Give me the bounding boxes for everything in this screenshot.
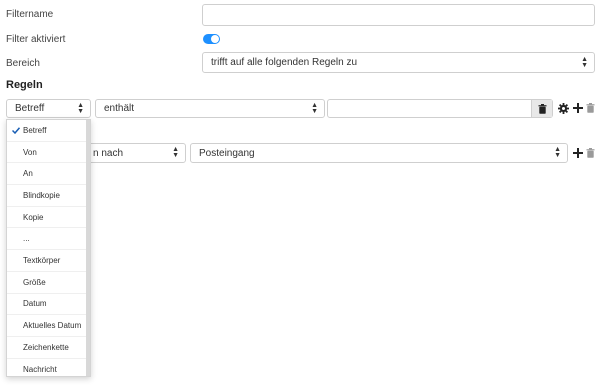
bereich-label: Bereich [6, 58, 40, 69]
trash-icon [538, 103, 546, 114]
dropdown-option-kopie[interactable]: Kopie [7, 207, 87, 229]
dropdown-option-an[interactable]: An [7, 163, 87, 186]
action-add-button[interactable] [572, 147, 583, 159]
dropdown-option-groesse[interactable]: Größe [7, 272, 87, 294]
dropdown-scrollbar[interactable] [86, 120, 90, 376]
action-target-value: Posteingang [199, 147, 255, 159]
dropdown-option-von[interactable]: Von [7, 142, 87, 164]
dropdown-option-textkoerper[interactable]: Textkörper [7, 250, 87, 272]
rule-settings-button[interactable] [558, 102, 569, 114]
action-target-select[interactable]: Posteingang ▲ ▼ [190, 143, 568, 163]
rule-value-input[interactable] [327, 99, 553, 118]
rule-field-dropdown: Betreff Von An Blindkopie Kopie ... Text… [6, 119, 91, 377]
filtername-label: Filtername [6, 9, 54, 20]
rule-delete-button[interactable] [585, 102, 595, 114]
check-icon [12, 127, 20, 134]
trash-icon [586, 148, 594, 158]
rules-title: Regeln [6, 79, 43, 91]
dropdown-option-more[interactable]: ... [7, 229, 87, 251]
bereich-select[interactable]: trifft auf alle folgenden Regeln zu ▲ ▼ [202, 52, 595, 73]
dropdown-option-aktuelles-datum[interactable]: Aktuelles Datum [7, 315, 87, 337]
plus-icon [572, 148, 583, 158]
gear-icon [558, 102, 569, 114]
filter-active-label: Filter aktiviert [6, 34, 66, 45]
filtername-input[interactable] [202, 4, 595, 26]
dropdown-option-betreff[interactable]: Betreff [7, 120, 87, 142]
filter-active-toggle[interactable] [203, 34, 220, 44]
select-arrows-icon: ▲ ▼ [172, 146, 179, 159]
select-arrows-icon: ▲ ▼ [581, 55, 588, 69]
clear-value-button[interactable] [531, 100, 552, 117]
rule-field-select[interactable]: Betreff ▲ ▼ [6, 99, 91, 118]
plus-icon [572, 103, 583, 113]
toggle-on-icon [211, 35, 219, 43]
rule-add-button[interactable] [572, 102, 583, 114]
rule-operator-select[interactable]: enthält ▲ ▼ [95, 99, 325, 118]
select-arrows-icon: ▲ ▼ [77, 101, 84, 115]
rule-operator-value: enthält [104, 103, 135, 114]
action-delete-button[interactable] [585, 147, 595, 159]
dropdown-option-zeichenkette[interactable]: Zeichenkette [7, 337, 87, 359]
select-arrows-icon: ▲ ▼ [554, 146, 561, 159]
dropdown-option-nachricht[interactable]: Nachricht [7, 359, 87, 376]
bereich-value: trifft auf alle folgenden Regeln zu [211, 57, 358, 68]
rule-field-value: Betreff [15, 103, 45, 114]
dropdown-option-datum[interactable]: Datum [7, 294, 87, 316]
dropdown-option-blindkopie[interactable]: Blindkopie [7, 185, 87, 207]
trash-icon [586, 103, 594, 113]
select-arrows-icon: ▲ ▼ [311, 101, 318, 115]
